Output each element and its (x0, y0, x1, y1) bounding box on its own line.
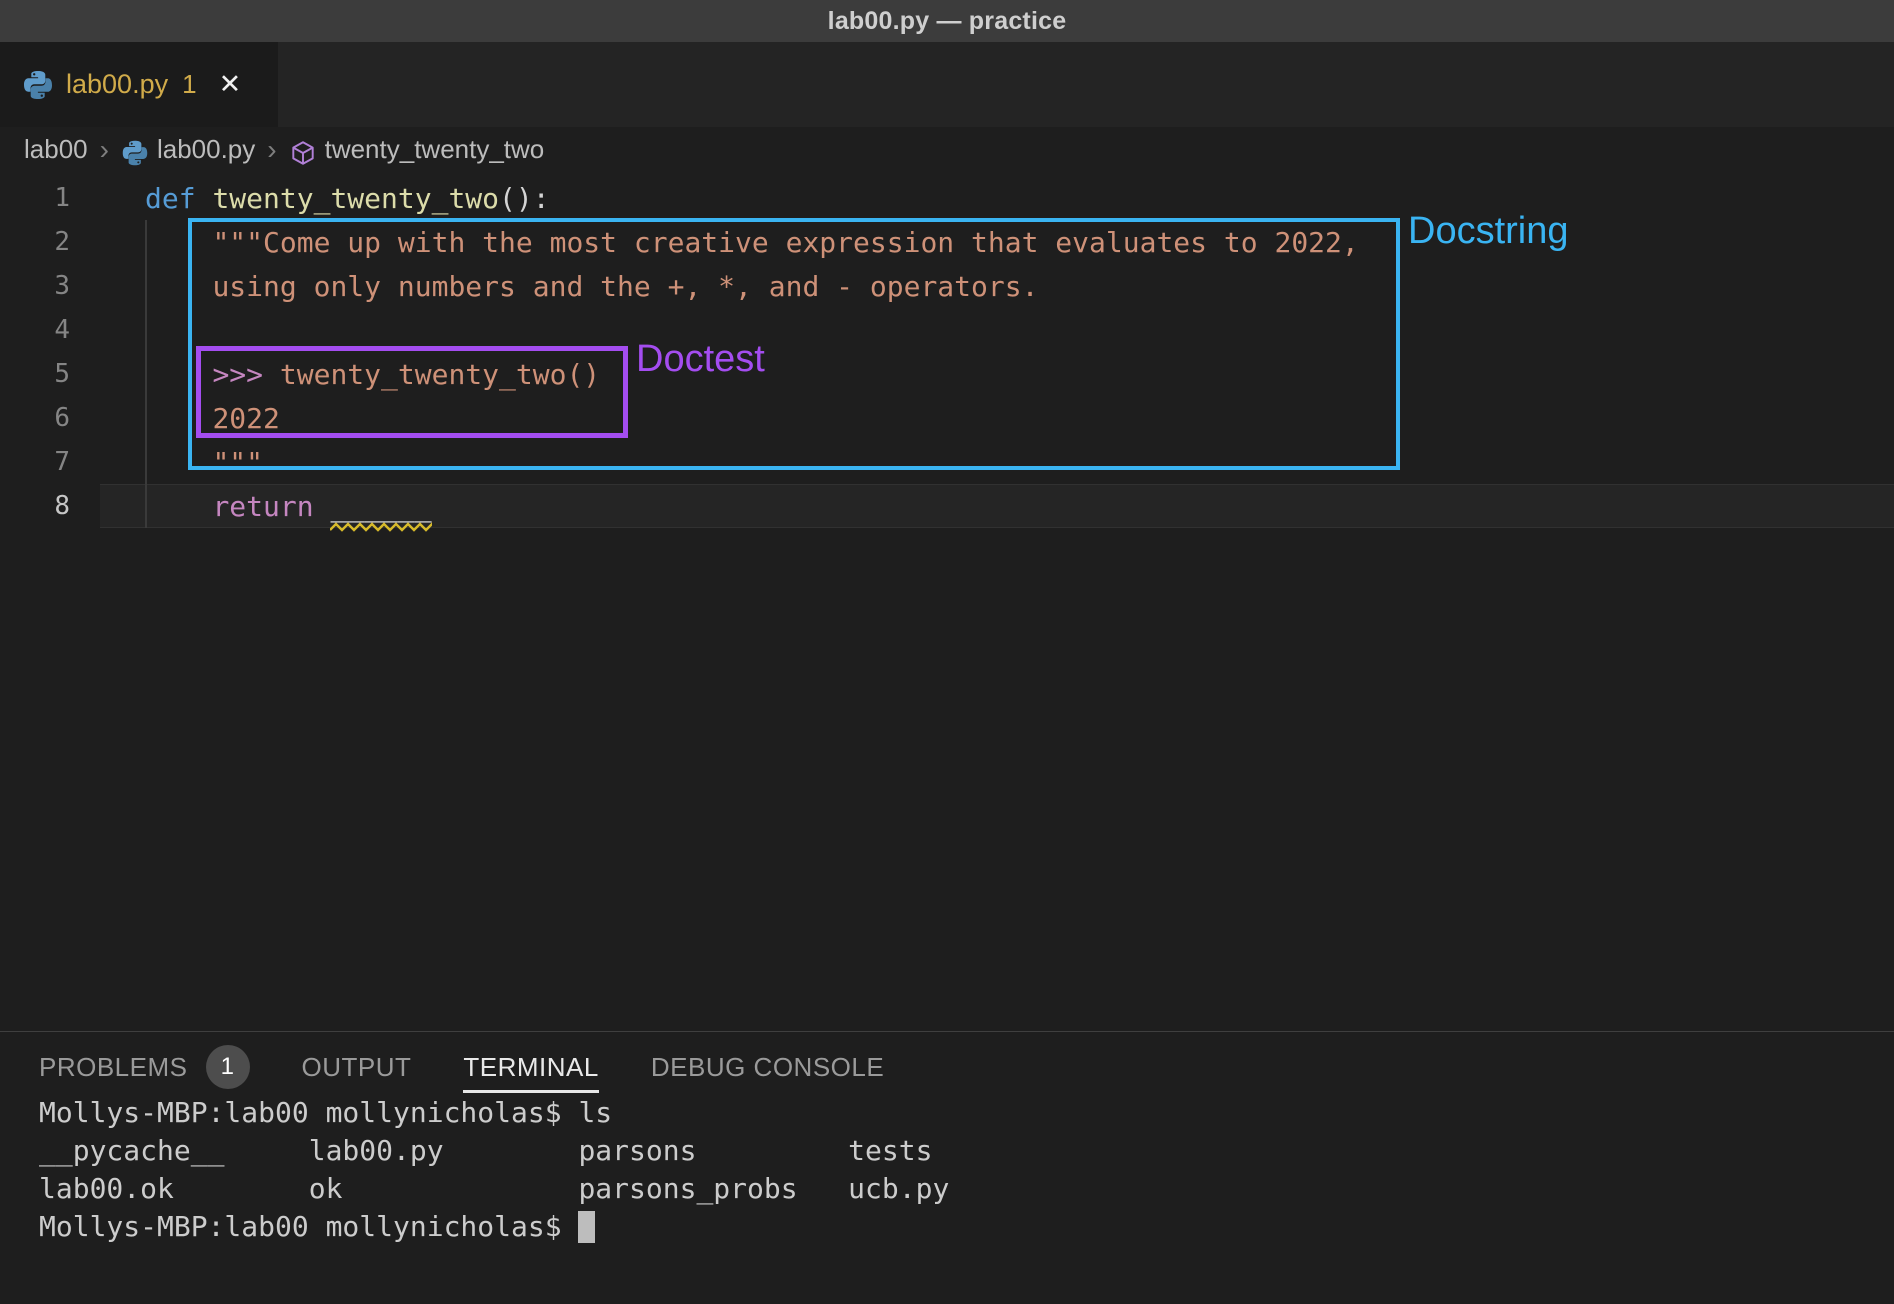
code-text: using only numbers and the +, *, and - o… (90, 270, 1038, 303)
code-line-7[interactable]: 7 """ (0, 440, 1894, 484)
code-token: """Come up with the most creative expres… (212, 226, 1358, 259)
code-line-2[interactable]: 2 """Come up with the most creative expr… (0, 220, 1894, 264)
line-number: 1 (0, 183, 90, 213)
breadcrumb-item-lab00-py[interactable]: lab00.py (157, 134, 255, 165)
panel-tab-output[interactable]: OUTPUT (302, 1044, 412, 1090)
panel-tab-label: TERMINAL (463, 1052, 598, 1083)
line-number: 4 (0, 315, 90, 345)
panel-tab-label: PROBLEMS (39, 1052, 188, 1083)
code-token (145, 490, 212, 523)
code-token (145, 358, 212, 391)
symbol-method-icon (289, 139, 317, 167)
tab-close-icon[interactable]: ✕ (219, 71, 242, 98)
vscode-window: lab00.py — practice lab00.py 1 ✕ lab00›l… (0, 0, 1894, 1304)
code-line-1[interactable]: 1def twenty_twenty_two(): (0, 176, 1894, 220)
code-token: >>> (212, 358, 263, 391)
line-number: 6 (0, 403, 90, 433)
code-token (314, 490, 331, 523)
python-icon (121, 139, 149, 167)
titlebar: lab00.py — practice (0, 0, 1894, 42)
python-icon (22, 69, 54, 101)
tab-bar: lab00.py 1 ✕ (0, 42, 1894, 127)
code-editor[interactable]: 1def twenty_twenty_two():2 """Come up wi… (0, 172, 1894, 1031)
code-token (145, 402, 212, 435)
code-line-8[interactable]: 8 return ______ (0, 484, 1894, 528)
breadcrumb: lab00 › lab00.py › twenty_twenty_two (0, 127, 1894, 172)
terminal-cursor (578, 1211, 595, 1243)
code-token: return (212, 490, 313, 523)
code-token (145, 270, 212, 303)
code-text: """ (90, 446, 263, 479)
code-text: def twenty_twenty_two(): (90, 182, 550, 215)
code-text: """Come up with the most creative expres… (90, 226, 1359, 259)
line-number: 7 (0, 447, 90, 477)
code-text: return ______ (90, 490, 432, 523)
code-token: twenty_twenty_two (212, 182, 499, 215)
problems-count-badge: 1 (206, 1045, 250, 1089)
code-token: 2022 (212, 402, 279, 435)
code-token (145, 226, 212, 259)
line-number: 5 (0, 359, 90, 389)
panel-tab-bar: PROBLEMS 1 OUTPUT TERMINAL DEBUG CONSOLE (0, 1032, 1894, 1090)
code-token (196, 182, 213, 215)
line-number: 8 (0, 491, 90, 521)
panel-tab-terminal[interactable]: TERMINAL (463, 1044, 598, 1090)
code-token: """ (212, 446, 263, 479)
window-title: lab00.py — practice (828, 7, 1067, 36)
breadcrumb-item-twenty-twenty-two[interactable]: twenty_twenty_two (325, 134, 545, 165)
terminal-line: Mollys-MBP:lab00 mollynicholas$ ls (39, 1094, 1894, 1132)
code-line-5[interactable]: 5 >>> twenty_twenty_two() (0, 352, 1894, 396)
blank-placeholder: ______ (330, 490, 431, 523)
terminal-line: lab00.ok ok parsons_probs ucb.py (39, 1170, 1894, 1208)
panel-tab-problems[interactable]: PROBLEMS 1 (39, 1044, 250, 1090)
line-number: 2 (0, 227, 90, 257)
line-number: 3 (0, 271, 90, 301)
code-line-4[interactable]: 4 (0, 308, 1894, 352)
code-line-3[interactable]: 3 using only numbers and the +, *, and -… (0, 264, 1894, 308)
breadcrumb-separator: › (100, 134, 109, 166)
code-text: 2022 (90, 402, 280, 435)
panel-tab-label: DEBUG CONSOLE (651, 1052, 884, 1083)
bottom-panel: PROBLEMS 1 OUTPUT TERMINAL DEBUG CONSOLE Mol… (0, 1031, 1894, 1304)
tab-problem-count: 1 (182, 69, 196, 100)
panel-tab-label: OUTPUT (302, 1052, 412, 1083)
code-line-6[interactable]: 6 2022 (0, 396, 1894, 440)
code-token: (): (499, 182, 550, 215)
warning-squiggle (330, 522, 432, 532)
editor-tab-lab00[interactable]: lab00.py 1 ✕ (0, 42, 278, 127)
code-token: using only numbers and the +, *, and - o… (212, 270, 1038, 303)
tab-filename: lab00.py (66, 69, 168, 100)
code-token: def (145, 182, 196, 215)
code-token (263, 358, 280, 391)
code-token: twenty_twenty_two() (280, 358, 600, 391)
terminal-line: __pycache__ lab00.py parsons tests (39, 1132, 1894, 1170)
terminal[interactable]: Mollys-MBP:lab00 mollynicholas$ ls__pyca… (0, 1090, 1894, 1246)
breadcrumb-item-lab00[interactable]: lab00 (24, 134, 88, 165)
breadcrumb-separator: › (267, 134, 276, 166)
code-token (145, 446, 212, 479)
code-text: >>> twenty_twenty_two() (90, 358, 600, 391)
panel-tab-debug-console[interactable]: DEBUG CONSOLE (651, 1044, 884, 1090)
terminal-line: Mollys-MBP:lab00 mollynicholas$ (39, 1208, 1894, 1246)
